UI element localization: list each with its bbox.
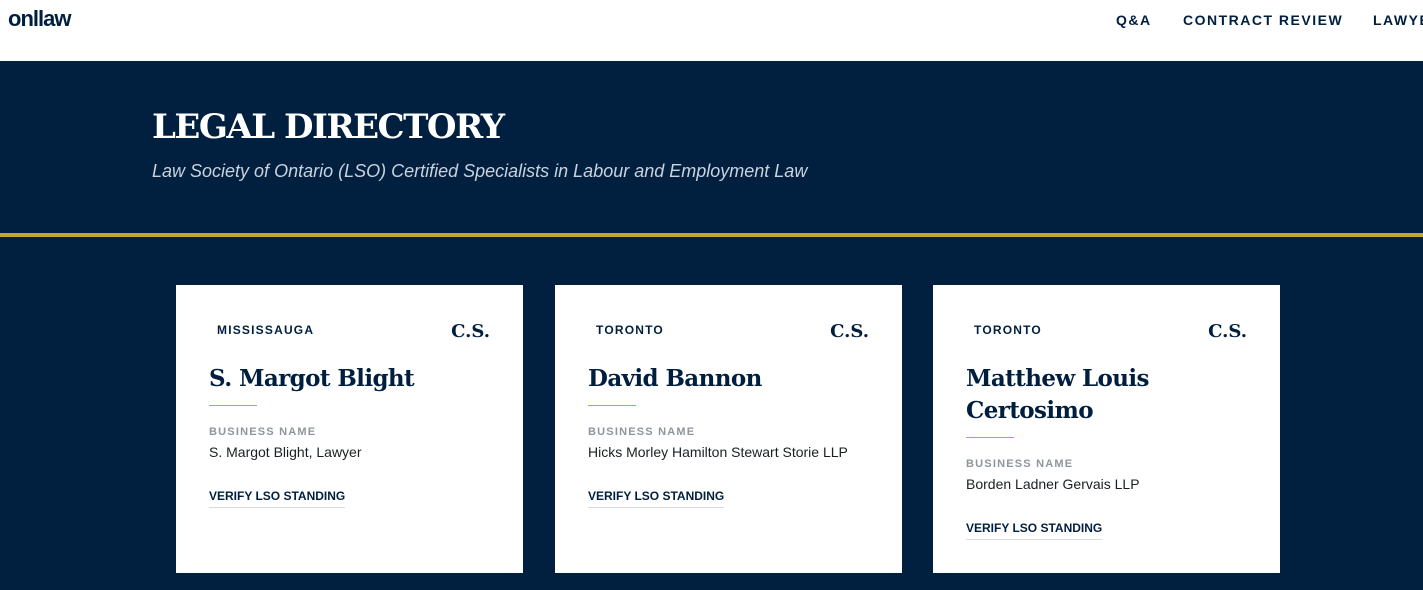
city-label: TORONTO	[596, 323, 664, 337]
card-body: David Bannon BUSINESS NAME Hicks Morley …	[588, 363, 878, 508]
business-name-value: S. Margot Blight, Lawyer	[209, 444, 362, 460]
business-name-value: Hicks Morley Hamilton Stewart Storie LLP	[588, 444, 848, 460]
lawyer-card: TORONTO C.S. Matthew Louis Certosimo BUS…	[933, 285, 1280, 573]
certified-specialist-badge: C.S.	[451, 321, 490, 342]
lawyer-card: MISSISSAUGA C.S. S. Margot Blight BUSINE…	[176, 285, 523, 573]
name-underline	[209, 405, 257, 406]
card-body: Matthew Louis Certosimo BUSINESS NAME Bo…	[966, 363, 1256, 540]
business-name-label: BUSINESS NAME	[588, 426, 696, 438]
business-name-label: BUSINESS NAME	[966, 458, 1074, 470]
page-title: LEGAL DIRECTORY	[152, 107, 505, 147]
certified-specialist-badge: C.S.	[830, 321, 869, 342]
top-navigation-bar: onllaw Q&A CONTRACT REVIEW LAWYERS	[0, 0, 1423, 61]
nav-link-qa[interactable]: Q&A	[1116, 12, 1152, 28]
lawyer-name: David Bannon	[588, 365, 762, 392]
gold-divider	[0, 233, 1423, 237]
page-subtitle: Law Society of Ontario (LSO) Certified S…	[152, 161, 808, 181]
verify-lso-standing-link[interactable]: VERIFY LSO STANDING	[966, 521, 1103, 540]
city-label: TORONTO	[974, 323, 1042, 337]
business-name-value: Borden Ladner Gervais LLP	[966, 476, 1140, 492]
lawyer-card: TORONTO C.S. David Bannon BUSINESS NAME …	[555, 285, 902, 573]
name-underline	[588, 405, 636, 406]
name-underline	[966, 437, 1014, 438]
main-nav: Q&A CONTRACT REVIEW LAWYERS	[0, 12, 1423, 32]
nav-link-lawyers[interactable]: LAWYERS	[1373, 12, 1423, 28]
business-name-label: BUSINESS NAME	[209, 426, 317, 438]
certified-specialist-badge: C.S.	[1208, 321, 1247, 342]
lawyer-name: Matthew Louis Certosimo	[966, 365, 1150, 424]
lawyer-name: S. Margot Blight	[209, 365, 415, 392]
verify-lso-standing-link[interactable]: VERIFY LSO STANDING	[209, 489, 346, 508]
card-body: S. Margot Blight BUSINESS NAME S. Margot…	[209, 363, 499, 508]
city-label: MISSISSAUGA	[217, 323, 315, 337]
directory-section: LEGAL DIRECTORY Law Society of Ontario (…	[0, 61, 1423, 590]
verify-lso-standing-link[interactable]: VERIFY LSO STANDING	[588, 489, 725, 508]
nav-link-contract-review[interactable]: CONTRACT REVIEW	[1183, 12, 1343, 28]
